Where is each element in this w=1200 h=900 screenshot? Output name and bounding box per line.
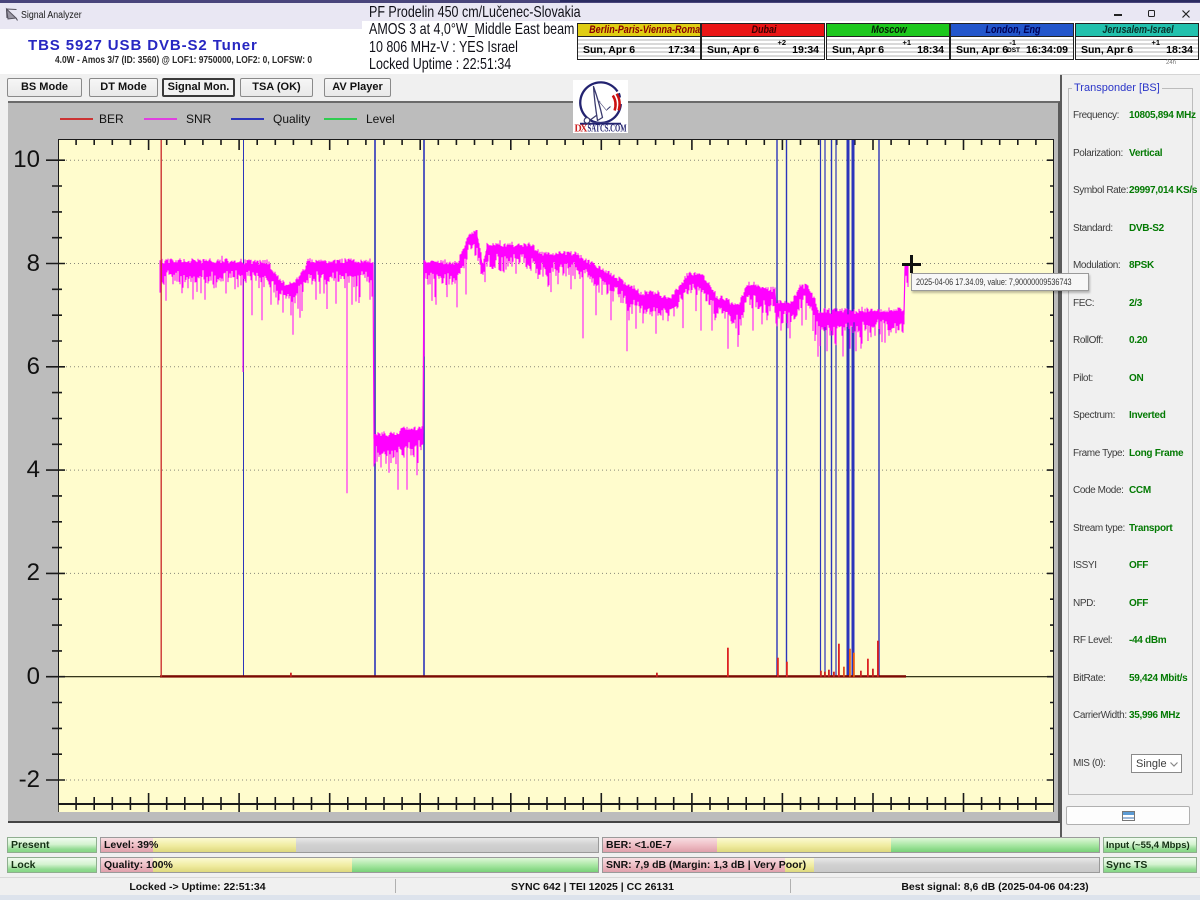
svg-text:SATCS.COM: SATCS.COM — [588, 124, 627, 134]
svg-text:DX: DX — [575, 124, 589, 134]
